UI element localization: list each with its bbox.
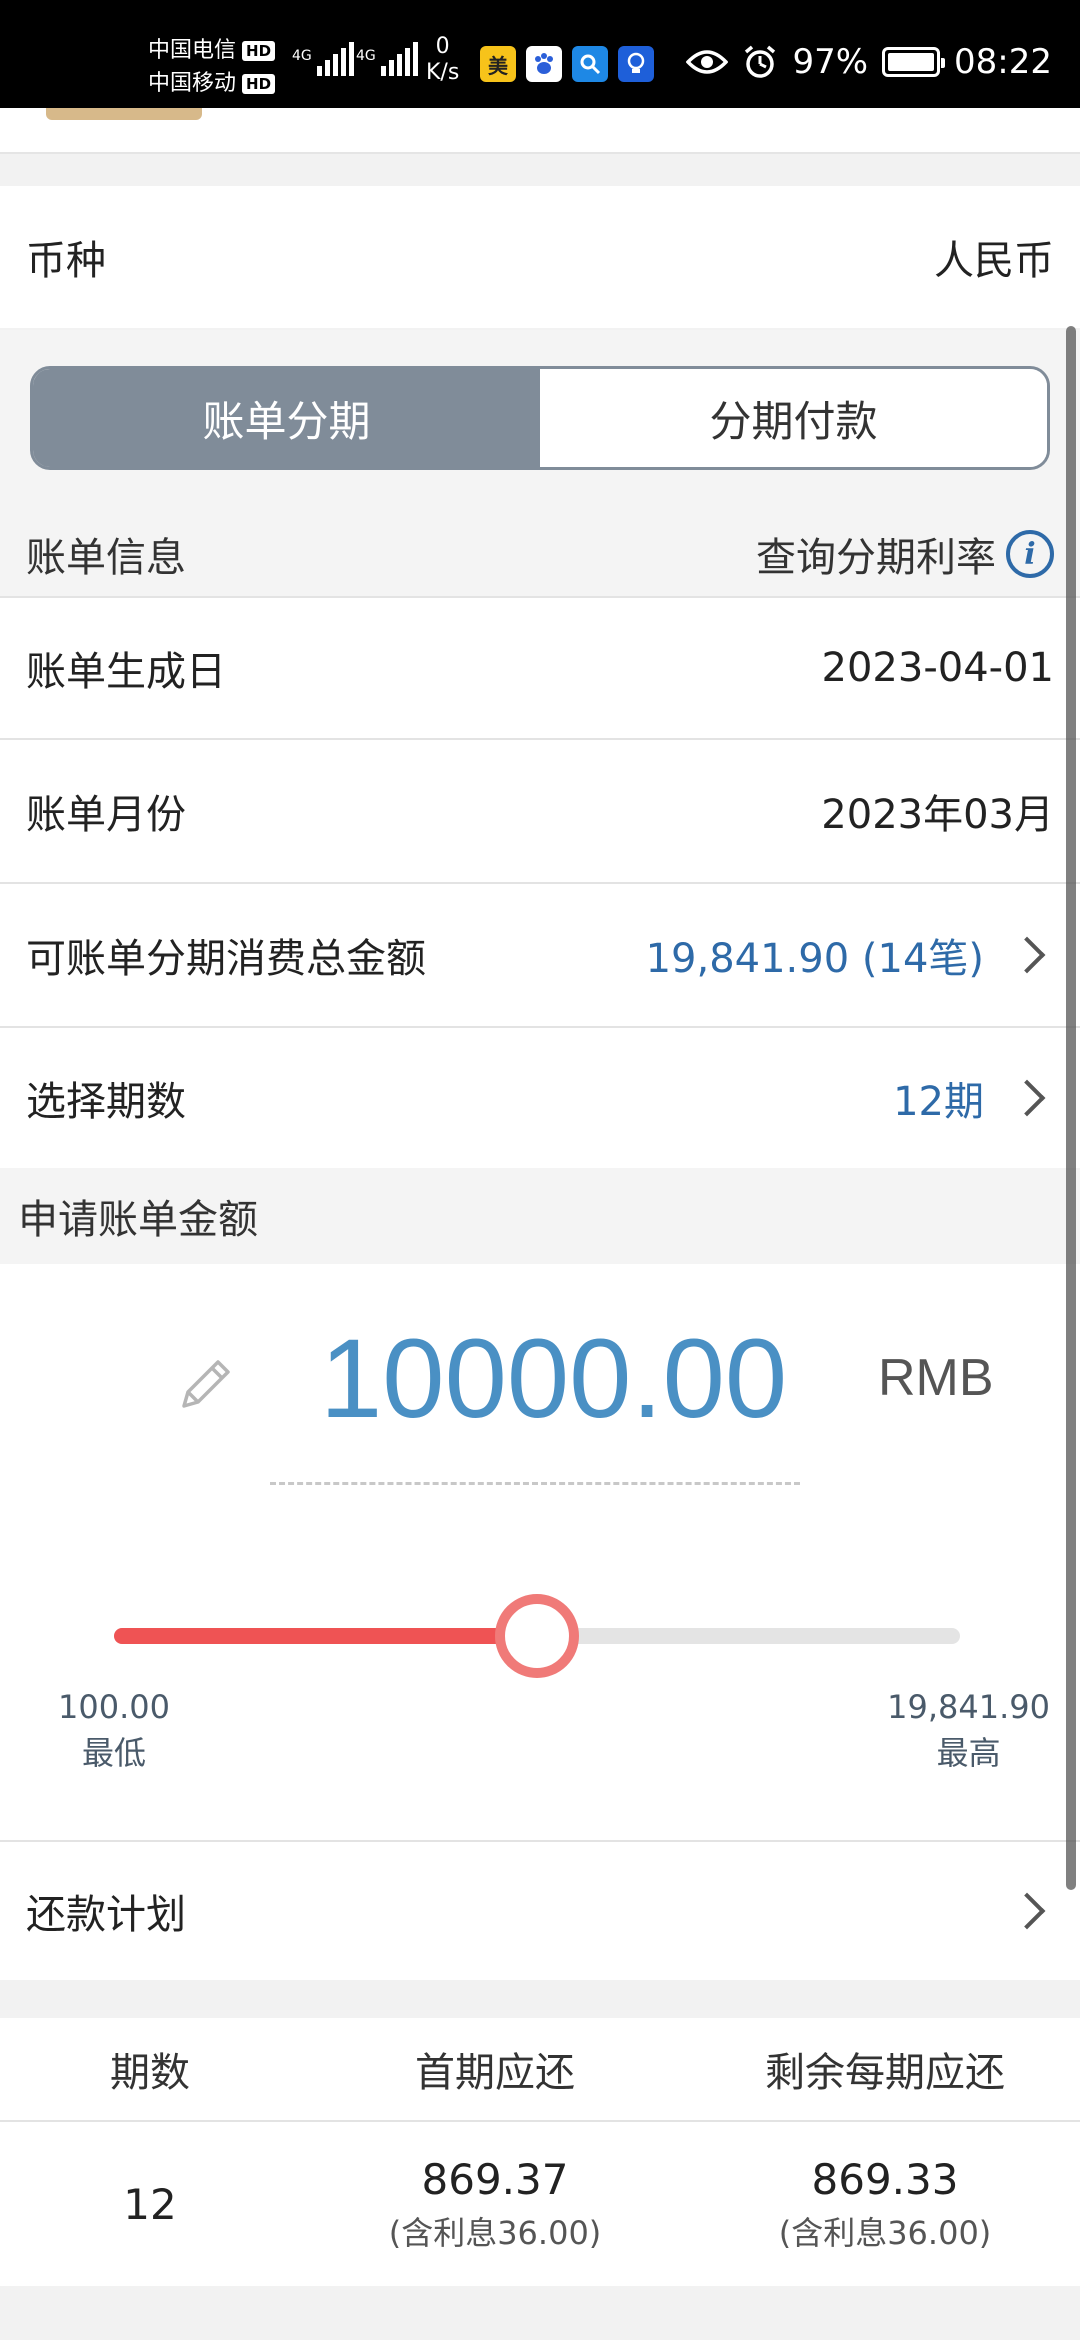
tab-bar-container: 账单分期 分期付款 xyxy=(0,330,1080,512)
hd-badge: HD xyxy=(242,41,276,61)
period-select-row[interactable]: 选择期数 12期 xyxy=(0,1028,1080,1168)
amount-panel: 10000.00 RMB 100.00 最低 19,841.90 最高 xyxy=(0,1264,1080,1840)
chevron-right-icon xyxy=(1008,1079,1046,1117)
card-header-strip xyxy=(0,108,1080,154)
network-type: 4G xyxy=(292,48,312,64)
period-value: 12期 xyxy=(893,1079,984,1125)
rate-query-link[interactable]: 查询分期利率 i xyxy=(756,525,1054,583)
signal-icon: 4G xyxy=(292,40,354,76)
signal-icon: 4G xyxy=(356,40,418,76)
rest-amount: 869.33 xyxy=(811,2154,959,2204)
currency-label: 币种 xyxy=(26,238,106,284)
hd-badge: HD xyxy=(242,74,276,94)
amount-underline xyxy=(270,1482,800,1485)
total-amount-value: 19,841.90 (14笔) xyxy=(645,936,984,982)
bill-info-header: 账单信息 查询分期利率 i xyxy=(0,512,1080,596)
amount-input[interactable]: 10000.00 xyxy=(320,1314,787,1443)
tab-bar: 账单分期 分期付款 xyxy=(30,366,1050,470)
slider-max-label: 最高 xyxy=(936,1734,1001,1772)
rate-query-label: 查询分期利率 xyxy=(756,535,996,581)
bill-info-title: 账单信息 xyxy=(26,535,186,581)
alarm-icon xyxy=(745,45,776,78)
table-cell-periods: 12 xyxy=(123,2179,177,2229)
speed-value: 0 xyxy=(435,34,450,59)
speed-unit: K/s xyxy=(426,60,460,85)
meituan-app-icon: 美 xyxy=(480,46,516,82)
amount-slider-fill xyxy=(114,1628,537,1644)
carrier-1: 中国电信 xyxy=(148,38,237,63)
slider-max-value: 19,841.90 xyxy=(887,1688,1050,1726)
pencil-icon[interactable] xyxy=(170,1350,240,1420)
chevron-right-icon xyxy=(1008,936,1046,974)
bill-date-value: 2023-04-01 xyxy=(821,645,1054,691)
bill-date-label: 账单生成日 xyxy=(26,649,226,695)
currency-value: 人民币 xyxy=(934,238,1054,284)
info-icon[interactable]: i xyxy=(1006,530,1054,578)
total-amount-row[interactable]: 可账单分期消费总金额 19,841.90 (14笔) xyxy=(0,884,1080,1026)
status-bar: 中国电信 HD 中国移动 HD 4G 4G 0 K/s 美 97% 08:22 xyxy=(0,0,1080,108)
currency-unit: RMB xyxy=(878,1349,994,1407)
table-cell-first: 869.37 (含利息36.00) xyxy=(300,2155,690,2254)
card-thumbnail xyxy=(46,108,202,120)
slider-min: 100.00 最低 xyxy=(58,1684,170,1776)
bill-month-label: 账单月份 xyxy=(26,792,186,838)
bill-date-row: 账单生成日 2023-04-01 xyxy=(0,598,1080,738)
eye-icon xyxy=(686,50,729,74)
rest-interest: (含利息36.00) xyxy=(778,2213,992,2252)
battery-percent: 97% xyxy=(792,42,869,82)
table-header: 剩余每期应还 xyxy=(765,2050,1005,2096)
lightbulb-app-icon xyxy=(618,46,654,82)
search-app-icon xyxy=(572,46,608,82)
carrier-info: 中国电信 HD 中国移动 HD xyxy=(148,34,276,100)
tab-installment-payment[interactable]: 分期付款 xyxy=(540,369,1047,467)
scrollbar[interactable] xyxy=(1066,326,1076,1890)
repayment-plan-label: 还款计划 xyxy=(26,1892,186,1938)
table-row: 12 869.37 (含利息36.00) 869.33 (含利息36.00) xyxy=(0,2122,1080,2286)
amount-slider-thumb[interactable] xyxy=(495,1594,579,1678)
first-amount: 869.37 xyxy=(421,2154,569,2204)
network-speed: 0 K/s xyxy=(426,34,459,86)
slider-min-label: 最低 xyxy=(81,1734,146,1772)
battery-icon xyxy=(882,47,946,77)
currency-row: 币种 人民币 xyxy=(0,186,1080,328)
bill-month-value: 2023年03月 xyxy=(821,792,1054,838)
total-amount-label: 可账单分期消费总金额 xyxy=(26,936,426,982)
clock: 08:22 xyxy=(954,42,1052,82)
apply-amount-title: 申请账单金额 xyxy=(18,1197,258,1243)
table-cell-rest: 869.33 (含利息36.00) xyxy=(690,2155,1080,2254)
baidu-paw-icon xyxy=(526,46,562,82)
period-label: 选择期数 xyxy=(26,1079,186,1125)
chevron-right-icon xyxy=(1008,1892,1046,1930)
first-interest: (含利息36.00) xyxy=(388,2213,602,2252)
slider-min-value: 100.00 xyxy=(58,1688,170,1726)
status-right: 97% 08:22 xyxy=(686,42,1052,82)
tab-bill-installment[interactable]: 账单分期 xyxy=(33,369,540,467)
slider-max: 19,841.90 最高 xyxy=(887,1684,1050,1776)
table-header-row: 期数 首期应还 剩余每期应还 xyxy=(0,2018,1080,2122)
repayment-plan-row[interactable]: 还款计划 xyxy=(0,1842,1080,1980)
network-type: 4G xyxy=(356,48,376,64)
bill-month-row: 账单月份 2023年03月 xyxy=(0,740,1080,882)
carrier-2: 中国移动 xyxy=(148,71,237,96)
table-header: 首期应还 xyxy=(415,2050,575,2096)
table-header: 期数 xyxy=(110,2050,190,2096)
repayment-table: 期数 首期应还 剩余每期应还 12 869.37 (含利息36.00) 869.… xyxy=(0,2018,1080,2286)
apply-amount-header: 申请账单金额 xyxy=(0,1168,1080,1264)
